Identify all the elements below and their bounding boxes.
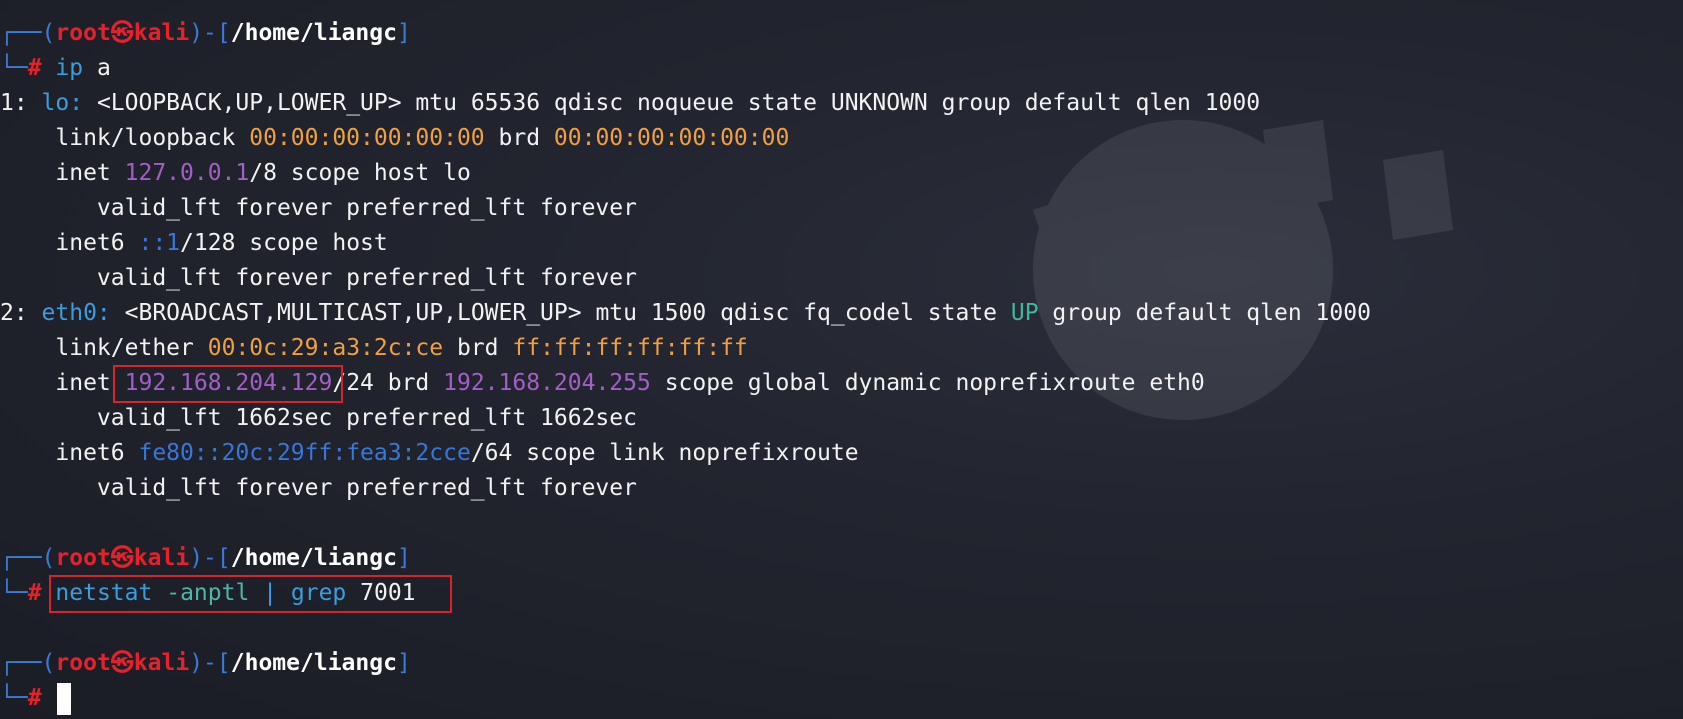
prompt-path: /home/liangc — [230, 650, 397, 676]
command-name: netstat — [55, 580, 153, 606]
mac-address: 00:0c:29:a3:2c:ce — [207, 335, 444, 361]
prompt-line-1: ┌──(root㉿kali)-[/home/liangc] — [0, 16, 1683, 51]
prompt-dash: - — [203, 20, 217, 46]
inet-details: /24 brd — [332, 370, 444, 396]
interface-index: 2: — [0, 300, 42, 326]
prompt-line-2: ┌──(root㉿kali)-[/home/liangc] — [0, 541, 1683, 576]
broadcast-ip: 192.168.204.255 — [443, 370, 651, 396]
prompt-paren: ) — [189, 20, 204, 46]
inet6-details: /128 scope host — [180, 230, 388, 256]
prompt-bracket: [ — [216, 20, 231, 46]
prompt-host: kali — [133, 20, 190, 46]
prompt-at-symbol: ㉿ — [110, 650, 134, 676]
terminal-output[interactable]: ┌──(root㉿kali)-[/home/liangc] └─# ip a 1… — [0, 16, 1683, 716]
output-lo-inet6: inet6 ::1/128 scope host — [0, 226, 1683, 261]
output-lo-valid6: valid_lft forever preferred_lft forever — [0, 261, 1683, 296]
command-pipe: | — [263, 580, 278, 606]
prompt-hash: # — [27, 685, 42, 711]
interface-flags: <BROADCAST,MULTICAST,UP,LOWER_UP> mtu 15… — [110, 300, 1011, 326]
broadcast-mac: ff:ff:ff:ff:ff:ff — [512, 335, 748, 361]
inet-label: inet — [0, 370, 125, 396]
prompt-paren: ( — [41, 650, 56, 676]
output-lo-valid: valid_lft forever preferred_lft forever — [0, 191, 1683, 226]
output-lo-header: 1: lo: <LOOPBACK,UP,LOWER_UP> mtu 65536 … — [0, 86, 1683, 121]
command-flag: -anptl — [166, 580, 250, 606]
interface-flags: group default qlen 1000 — [1038, 300, 1371, 326]
prompt-user: root — [55, 650, 111, 676]
command-line-2: └─# netstat -anptl | grep 7001 — [0, 575, 1683, 613]
output-eth-inet: inet 192.168.204.129/24 brd 192.168.204.… — [0, 365, 1683, 403]
lifetime-info: valid_lft forever preferred_lft forever — [0, 475, 637, 501]
inet-label: inet — [0, 160, 125, 186]
prompt-paren: ) — [189, 545, 204, 571]
command-name: grep — [290, 580, 347, 606]
output-lo-inet: inet 127.0.0.1/8 scope host lo — [0, 156, 1683, 191]
inet6-label: inet6 — [0, 230, 139, 256]
prompt-bracket: ] — [396, 20, 411, 46]
prompt-paren: ) — [189, 650, 204, 676]
output-eth-valid6: valid_lft forever preferred_lft forever — [0, 471, 1683, 506]
mac-address: 00:00:00:00:00:00 — [249, 125, 485, 151]
prompt-line-3: ┌──(root㉿kali)-[/home/liangc] — [0, 646, 1683, 681]
command-args: 7001 — [360, 580, 416, 606]
prompt-bracket: [ — [216, 545, 231, 571]
brd-label: brd — [484, 125, 554, 151]
prompt-user: root — [55, 20, 111, 46]
inet6-details: /64 scope link noprefixroute — [470, 440, 859, 466]
command-line-3[interactable]: └─# — [0, 681, 1683, 716]
ipv4-address-highlighted: 192.168.204.129 — [124, 370, 333, 396]
link-label: link/ether — [0, 335, 208, 361]
broadcast-mac: 00:00:00:00:00:00 — [553, 125, 790, 151]
text-cursor[interactable] — [57, 682, 72, 715]
prompt-frame: ┌── — [0, 545, 42, 571]
prompt-at-symbol: ㉿ — [110, 20, 134, 46]
output-eth-inet6: inet6 fe80::20c:29ff:fea3:2cce/64 scope … — [0, 436, 1683, 471]
prompt-frame: ┌── — [0, 650, 42, 676]
brd-label: brd — [443, 335, 513, 361]
command-name: ip — [55, 55, 84, 81]
prompt-frame: └─ — [0, 685, 28, 711]
inet-details: /8 scope host lo — [249, 160, 471, 186]
inet6-label: inet6 — [0, 440, 139, 466]
command-args: a — [96, 55, 111, 81]
ipv6-address: fe80::20c:29ff:fea3:2cce — [138, 440, 471, 466]
prompt-frame: ┌── — [0, 20, 42, 46]
output-lo-link: link/loopback 00:00:00:00:00:00 brd 00:0… — [0, 121, 1683, 156]
lifetime-info: valid_lft 1662sec preferred_lft 1662sec — [0, 405, 637, 431]
inet-details: scope global dynamic noprefixroute eth0 — [650, 370, 1205, 396]
prompt-hash: # — [27, 55, 42, 81]
prompt-hash: # — [27, 580, 42, 606]
prompt-bracket: ] — [396, 545, 411, 571]
output-eth-valid: valid_lft 1662sec preferred_lft 1662sec — [0, 401, 1683, 436]
link-label: link/loopback — [0, 125, 250, 151]
prompt-path: /home/liangc — [230, 545, 397, 571]
prompt-dash: - — [203, 545, 217, 571]
lifetime-info: valid_lft forever preferred_lft forever — [0, 195, 637, 221]
prompt-frame: └─ — [0, 580, 28, 606]
prompt-frame: └─ — [0, 55, 28, 81]
interface-name: lo: — [41, 90, 84, 116]
interface-flags: <LOOPBACK,UP,LOWER_UP> mtu 65536 qdisc n… — [83, 90, 1261, 116]
ipv6-address: ::1 — [138, 230, 181, 256]
prompt-paren: ( — [41, 20, 56, 46]
prompt-paren: ( — [41, 545, 56, 571]
prompt-bracket: ] — [396, 650, 411, 676]
prompt-bracket: [ — [216, 650, 231, 676]
output-eth-link: link/ether 00:0c:29:a3:2c:ce brd ff:ff:f… — [0, 331, 1683, 366]
prompt-at-symbol: ㉿ — [110, 545, 134, 571]
prompt-path: /home/liangc — [230, 20, 397, 46]
prompt-host: kali — [133, 545, 190, 571]
output-eth-header: 2: eth0: <BROADCAST,MULTICAST,UP,LOWER_U… — [0, 296, 1683, 331]
interface-state: UP — [1010, 300, 1039, 326]
command-line-1: └─# ip a — [0, 51, 1683, 86]
ipv4-address: 127.0.0.1 — [124, 160, 250, 186]
prompt-dash: - — [203, 650, 217, 676]
lifetime-info: valid_lft forever preferred_lft forever — [0, 265, 637, 291]
interface-name: eth0: — [41, 300, 111, 326]
interface-index: 1: — [0, 90, 42, 116]
prompt-host: kali — [133, 650, 190, 676]
prompt-user: root — [55, 545, 111, 571]
